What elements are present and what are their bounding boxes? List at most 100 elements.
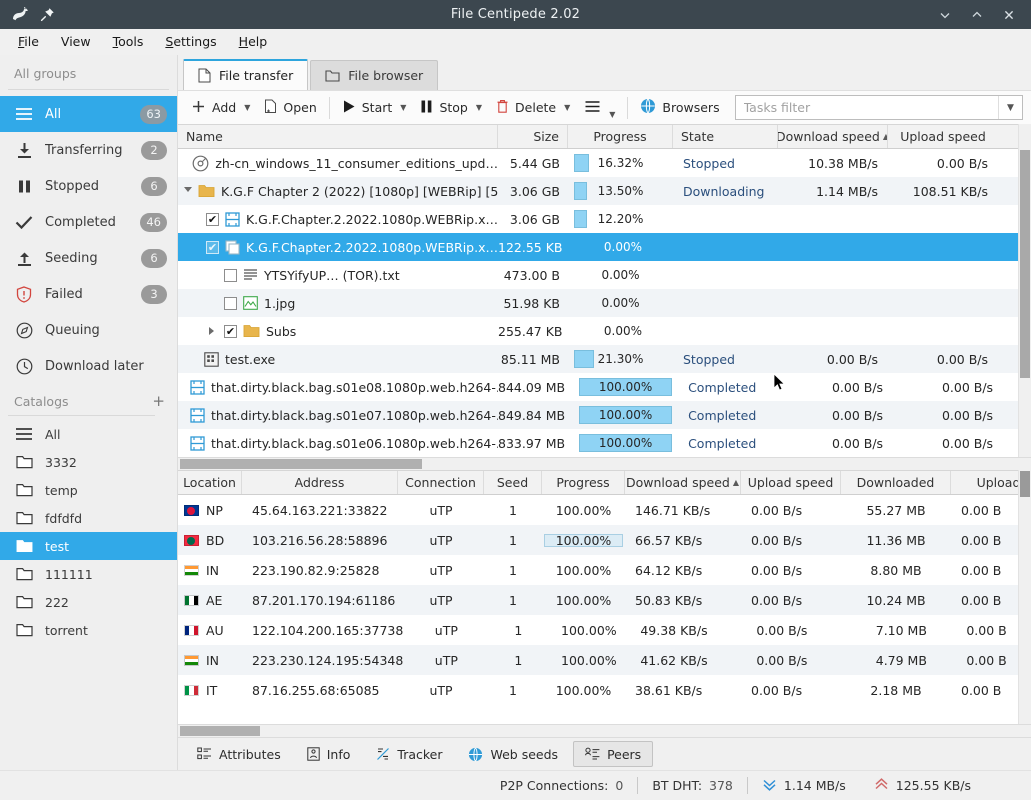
peer-row[interactable]: IN223.190.82.9:25828uTP1100.00%64.12 KB/… <box>178 555 1018 585</box>
peer-progress[interactable]: 100.00% <box>547 653 630 668</box>
file-table-hscroll-thumb[interactable] <box>180 459 422 469</box>
sidebar-item-failed[interactable]: Failed3 <box>0 276 177 312</box>
peer-row[interactable]: IN223.230.124.195:54348uTP1100.00%41.62 … <box>178 645 1018 675</box>
start-button[interactable]: Start ▼ <box>335 95 414 121</box>
peers-vscrollbar[interactable] <box>1018 470 1031 724</box>
col-progress[interactable]: Progress <box>568 125 673 148</box>
file-table-vscroll-thumb[interactable] <box>1020 150 1030 378</box>
peer-progress[interactable]: 100.00% <box>542 503 625 518</box>
col-location[interactable]: Location <box>178 471 242 494</box>
file-table-hscrollbar[interactable] <box>178 457 1031 470</box>
chevron-down-icon[interactable]: ▼ <box>609 110 615 119</box>
file-row[interactable]: ✔K.G.F.Chapter.2.2022.1080p.WEBRip.x…122… <box>178 233 1018 261</box>
catalog-item-3332[interactable]: 3332 <box>0 448 177 476</box>
chevron-down-icon[interactable]: ▼ <box>400 103 406 112</box>
catalog-item-torrent[interactable]: torrent <box>0 616 177 644</box>
menu-help[interactable]: Help <box>229 31 278 52</box>
file-table-vscrollbar[interactable] <box>1018 124 1031 457</box>
row-checkbox[interactable]: ✔ <box>206 213 219 226</box>
menu-tools[interactable]: Tools <box>103 31 154 52</box>
chevron-down-icon[interactable]: ▼ <box>564 103 570 112</box>
chevron-down-icon[interactable]: ▼ <box>476 103 482 112</box>
peer-row[interactable]: IT87.16.255.68:65085uTP1100.00%38.61 KB/… <box>178 675 1018 705</box>
catalog-item-111111[interactable]: 111111 <box>0 560 177 588</box>
open-button[interactable]: Open <box>257 95 323 121</box>
more-menu-button[interactable]: ▼ <box>577 95 622 121</box>
file-row[interactable]: ✔Subs255.47 KB0.00% <box>178 317 1018 345</box>
minimize-icon[interactable] <box>931 2 959 27</box>
col-address[interactable]: Address <box>242 471 398 494</box>
sidebar-item-completed[interactable]: Completed46 <box>0 204 177 240</box>
peer-row[interactable]: AU122.104.200.165:37738uTP1100.00%49.38 … <box>178 615 1018 645</box>
row-checkbox[interactable]: ✔ <box>224 325 237 338</box>
peer-progress[interactable]: 100.00% <box>542 533 625 548</box>
menu-view[interactable]: View <box>51 31 101 52</box>
chevron-down-icon[interactable]: ▼ <box>244 103 250 112</box>
sidebar-item-download-later[interactable]: Download later <box>0 348 177 384</box>
file-row[interactable]: zh-cn_windows_11_consumer_editions_upd…5… <box>178 149 1018 177</box>
catalog-item-fdfdfd[interactable]: fdfdfd <box>0 504 177 532</box>
detail-tab-info[interactable]: Info <box>296 741 362 767</box>
peers-hscroll-thumb[interactable] <box>180 726 260 736</box>
sidebar-item-stopped[interactable]: Stopped6 <box>0 168 177 204</box>
row-checkbox[interactable] <box>224 297 237 310</box>
peer-row[interactable]: AE87.201.170.194:61186uTP1100.00%50.83 K… <box>178 585 1018 615</box>
col-connection[interactable]: Connection <box>398 471 484 494</box>
catalog-item-test[interactable]: test <box>0 532 177 560</box>
col-peer-progress[interactable]: Progress <box>542 471 625 494</box>
peer-progress[interactable]: 100.00% <box>542 683 625 698</box>
detail-tab-web-seeds[interactable]: Web seeds <box>457 741 569 767</box>
col-download-speed[interactable]: Download speed ▲ <box>778 125 888 148</box>
sidebar-item-seeding[interactable]: Seeding6 <box>0 240 177 276</box>
pin-icon[interactable] <box>39 6 58 23</box>
file-row[interactable]: test.exe85.11 MB21.30%Stopped0.00 B/s0.0… <box>178 345 1018 373</box>
col-peer-upload-speed[interactable]: Upload speed <box>741 471 841 494</box>
close-icon[interactable] <box>995 2 1023 27</box>
tab-file-browser[interactable]: File browser <box>310 60 438 90</box>
col-upload-speed[interactable]: Upload speed <box>888 125 998 148</box>
tab-file-transfer[interactable]: File transfer <box>183 59 308 90</box>
catalog-item-temp[interactable]: temp <box>0 476 177 504</box>
peers-hscrollbar[interactable] <box>178 724 1031 737</box>
file-row[interactable]: K.G.F Chapter 2 (2022) [1080p] [WEBRip] … <box>178 177 1018 205</box>
tasks-filter[interactable]: ▼ <box>735 95 1023 120</box>
col-size[interactable]: Size <box>498 125 568 148</box>
add-catalog-icon[interactable]: + <box>152 394 165 409</box>
maximize-icon[interactable] <box>963 2 991 27</box>
sidebar-item-transferring[interactable]: Transferring2 <box>0 132 177 168</box>
peer-progress[interactable]: 100.00% <box>547 623 630 638</box>
file-row[interactable]: ✔K.G.F.Chapter.2.2022.1080p.WEBRip.x…3.0… <box>178 205 1018 233</box>
catalog-item-all[interactable]: All <box>0 420 177 448</box>
col-peer-download-speed[interactable]: Download speed ▲ <box>625 471 741 494</box>
add-button[interactable]: Add ▼ <box>184 95 257 121</box>
detail-tab-attributes[interactable]: Attributes <box>186 741 292 767</box>
menu-file[interactable]: File <box>8 31 49 52</box>
peer-progress[interactable]: 100.00% <box>542 593 625 608</box>
expander-down-icon[interactable] <box>184 187 192 196</box>
file-row[interactable]: 1.jpg51.98 KB0.00% <box>178 289 1018 317</box>
detail-tab-peers[interactable]: Peers <box>573 741 653 767</box>
tasks-filter-input[interactable] <box>736 100 998 115</box>
peer-row[interactable]: BD103.216.56.28:58896uTP1100.00%66.57 KB… <box>178 525 1018 555</box>
row-checkbox[interactable]: ✔ <box>206 241 219 254</box>
expander-right-icon[interactable] <box>204 327 218 335</box>
file-row[interactable]: that.dirty.black.bag.s01e07.1080p.web.h2… <box>178 401 1018 429</box>
peer-row[interactable]: NP45.64.163.221:33822uTP1100.00%146.71 K… <box>178 495 1018 525</box>
chevron-down-icon[interactable]: ▼ <box>998 96 1022 119</box>
stop-button[interactable]: Stop ▼ <box>413 95 489 121</box>
col-state[interactable]: State <box>673 125 778 148</box>
file-row[interactable]: that.dirty.black.bag.s01e08.1080p.web.h2… <box>178 373 1018 401</box>
file-row[interactable]: that.dirty.black.bag.s01e06.1080p.web.h2… <box>178 429 1018 457</box>
menu-settings[interactable]: Settings <box>155 31 226 52</box>
col-downloaded[interactable]: Downloaded <box>841 471 951 494</box>
file-row[interactable]: YTSYifyUP… (TOR).txt473.00 B0.00% <box>178 261 1018 289</box>
sidebar-item-all[interactable]: All63 <box>0 96 177 132</box>
catalog-item-222[interactable]: 222 <box>0 588 177 616</box>
browsers-button[interactable]: Browsers <box>633 95 726 121</box>
detail-tab-tracker[interactable]: Tracker <box>365 741 453 767</box>
row-checkbox[interactable] <box>224 269 237 282</box>
delete-button[interactable]: Delete ▼ <box>489 95 577 121</box>
col-seed[interactable]: Seed <box>484 471 542 494</box>
col-name[interactable]: Name <box>178 125 498 148</box>
sidebar-item-queuing[interactable]: Queuing <box>0 312 177 348</box>
